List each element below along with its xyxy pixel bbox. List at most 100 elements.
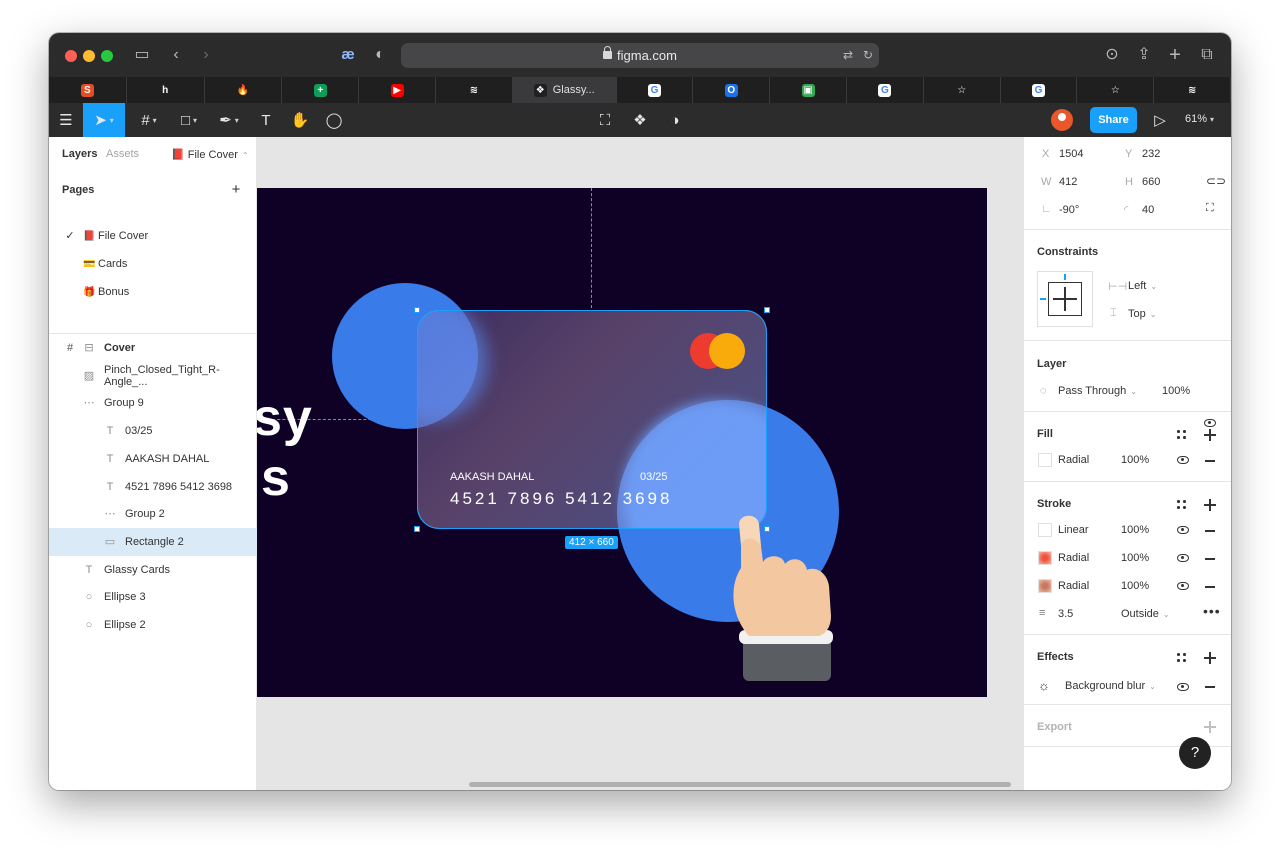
layer-item[interactable]: ⋯ Group 9 xyxy=(49,389,257,417)
remove-effect-icon[interactable] xyxy=(1205,686,1215,688)
tab-assets[interactable]: Assets xyxy=(106,148,139,160)
close-window-button[interactable] xyxy=(65,50,77,62)
layer-item[interactable]: ▭ Rectangle 2 xyxy=(49,527,257,556)
tab-layers[interactable]: Layers xyxy=(62,148,97,160)
sidebar-icon[interactable]: ▭ xyxy=(131,44,153,66)
remove-stroke-icon[interactable] xyxy=(1205,586,1215,588)
resize-handle[interactable] xyxy=(414,307,420,313)
fill-swatch[interactable] xyxy=(1038,453,1052,467)
layer-item[interactable]: # ⊟ Cover xyxy=(49,334,257,362)
transform-icon[interactable]: ⛶ xyxy=(588,103,622,137)
add-export-icon[interactable] xyxy=(1204,721,1216,733)
horizontal-constraint-dropdown[interactable]: Left ⌄ xyxy=(1128,280,1157,292)
add-page-icon[interactable]: + xyxy=(230,182,242,197)
help-button[interactable]: ? xyxy=(1179,737,1211,769)
reload-icon[interactable]: ↻ xyxy=(857,44,879,66)
move-tool-icon[interactable]: ➤ ▾ xyxy=(83,103,125,137)
add-effect-icon[interactable] xyxy=(1204,652,1216,664)
remove-stroke-icon[interactable] xyxy=(1205,530,1215,532)
avatar[interactable] xyxy=(1051,109,1073,131)
browser-tab[interactable]: 🔥 xyxy=(205,77,283,103)
stroke-visibility-icon[interactable] xyxy=(1177,526,1189,534)
browser-tab[interactable]: S xyxy=(49,77,127,103)
browser-tab[interactable]: ☆ xyxy=(1077,77,1155,103)
share-sheet-icon[interactable]: ⇪ xyxy=(1133,44,1155,66)
page-item[interactable]: ✓ 📕 File Cover xyxy=(49,222,257,250)
browser-tab[interactable]: G xyxy=(617,77,694,103)
present-icon[interactable]: ▷ xyxy=(1143,103,1177,137)
tab-overview-icon[interactable]: ⧉ xyxy=(1196,44,1218,66)
remove-fill-icon[interactable] xyxy=(1205,460,1215,462)
stroke-position-dropdown[interactable]: Outside ⌄ xyxy=(1121,608,1170,620)
layer-item[interactable]: ⋯ Group 2 xyxy=(49,500,257,528)
minimize-window-button[interactable] xyxy=(83,50,95,62)
horizontal-scrollbar[interactable] xyxy=(469,782,1011,787)
resize-handle[interactable] xyxy=(414,526,420,532)
effect-styles-icon[interactable] xyxy=(1177,653,1187,663)
glassy-text-line-2[interactable]: s xyxy=(261,448,291,508)
stroke-type[interactable]: Radial xyxy=(1058,552,1089,564)
stroke-swatch[interactable] xyxy=(1038,579,1052,593)
stroke-visibility-icon[interactable] xyxy=(1177,582,1189,590)
browser-tab[interactable]: ≋ xyxy=(436,77,513,103)
layer-item[interactable]: ○ Ellipse 3 xyxy=(49,583,257,611)
stroke-weight-input[interactable]: 3.5 xyxy=(1058,608,1073,620)
sun-icon[interactable]: ☼ xyxy=(1038,678,1050,693)
canvas[interactable]: sy s AAKASH DAHAL 03/25 4521 7896 5412 3… xyxy=(257,137,1023,790)
resize-handle[interactable] xyxy=(764,307,770,313)
stroke-opacity[interactable]: 100% xyxy=(1121,580,1149,592)
fill-type[interactable]: Radial xyxy=(1058,454,1089,466)
stroke-styles-icon[interactable] xyxy=(1177,500,1187,510)
layer-visibility-icon[interactable] xyxy=(1204,419,1216,427)
remove-stroke-icon[interactable] xyxy=(1205,558,1215,560)
layer-opacity-input[interactable]: 100% xyxy=(1162,385,1190,397)
shape-tool-icon[interactable]: □ ▾ xyxy=(169,103,209,137)
translate-icon[interactable]: ⇄ xyxy=(837,44,859,66)
corner-radius-input[interactable]: 40 xyxy=(1142,204,1154,216)
extension-icon[interactable]: æ xyxy=(337,44,359,66)
rotation-input[interactable]: -90° xyxy=(1059,204,1079,216)
browser-tab[interactable]: O xyxy=(693,77,771,103)
shield-icon[interactable]: ◐ xyxy=(369,44,391,66)
browser-tab[interactable]: + xyxy=(282,77,360,103)
glassy-text-line-1[interactable]: sy xyxy=(257,388,313,448)
layer-item[interactable]: T AAKASH DAHAL xyxy=(49,445,257,473)
layer-item[interactable]: T 4521 7896 5412 3698 xyxy=(49,473,257,501)
fill-visibility-icon[interactable] xyxy=(1177,456,1189,464)
blend-mode-dropdown[interactable]: Pass Through ⌄ xyxy=(1058,385,1137,397)
page-item[interactable]: 🎁 Bonus xyxy=(49,278,257,306)
comment-tool-icon[interactable]: ◯ xyxy=(317,103,351,137)
cover-frame[interactable]: sy s AAKASH DAHAL 03/25 4521 7896 5412 3… xyxy=(257,188,987,697)
vertical-constraint-dropdown[interactable]: Top ⌄ xyxy=(1128,308,1156,320)
layer-item[interactable]: ○ Ellipse 2 xyxy=(49,611,257,639)
y-input[interactable]: 232 xyxy=(1142,148,1160,160)
zoom-window-button[interactable] xyxy=(101,50,113,62)
browser-tab[interactable]: ☆ xyxy=(924,77,1001,103)
constrain-proportions-icon[interactable]: ⊂⊃ xyxy=(1206,174,1226,188)
effect-type-dropdown[interactable]: Background blur ⌄ xyxy=(1065,680,1156,692)
browser-tab[interactable]: ≋ xyxy=(1154,77,1231,103)
main-menu-icon[interactable]: ☰ xyxy=(49,103,83,137)
page-dropdown[interactable]: 📕 File Cover ⌃ xyxy=(171,148,249,161)
stroke-visibility-icon[interactable] xyxy=(1177,554,1189,562)
stroke-swatch[interactable] xyxy=(1038,523,1052,537)
pen-tool-icon[interactable]: ✒ ▾ xyxy=(209,103,249,137)
stroke-opacity[interactable]: 100% xyxy=(1121,552,1149,564)
browser-tab[interactable]: h xyxy=(127,77,205,103)
layer-item[interactable]: T Glassy Cards xyxy=(49,556,257,584)
zoom-dropdown[interactable]: 61% ▾ xyxy=(1185,113,1214,125)
stroke-opacity[interactable]: 100% xyxy=(1121,524,1149,536)
share-button[interactable]: Share xyxy=(1090,107,1137,133)
pinch-hand-image[interactable] xyxy=(721,506,841,686)
back-icon[interactable]: ‹ xyxy=(165,44,187,66)
stroke-swatch[interactable] xyxy=(1038,551,1052,565)
fill-styles-icon[interactable] xyxy=(1177,430,1187,440)
add-fill-icon[interactable] xyxy=(1204,429,1216,441)
components-icon[interactable]: ❖ xyxy=(623,103,657,137)
frame-tool-icon[interactable]: # ▾ xyxy=(129,103,169,137)
browser-tab[interactable]: G xyxy=(1001,77,1078,103)
hand-tool-icon[interactable]: ✋ xyxy=(283,103,317,137)
fill-opacity[interactable]: 100% xyxy=(1121,454,1149,466)
browser-tab[interactable]: ▶ xyxy=(359,77,437,103)
x-input[interactable]: 1504 xyxy=(1059,148,1083,160)
